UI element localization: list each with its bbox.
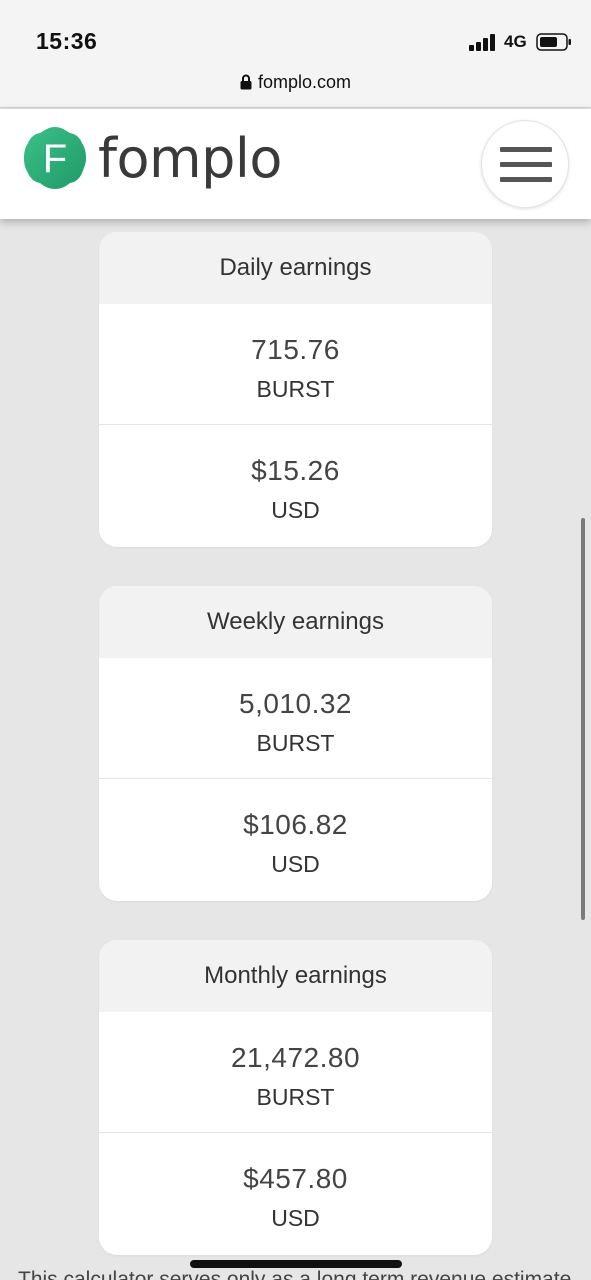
card-title: Weekly earnings [99, 586, 492, 658]
usd-amount: $106.82 [243, 809, 348, 840]
burst-amount: 21,472.80 [230, 1042, 361, 1073]
daily-earnings-card: Daily earnings 715.76 BURST $15.26 USD [99, 232, 492, 547]
browser-status-bar: 15:36 4G fomplo.com [0, 0, 591, 108]
usd-unit: USD [271, 1205, 320, 1231]
site-header: F fomplo [0, 109, 591, 219]
network-type: 4G [504, 32, 527, 51]
status-time: 15:36 [36, 28, 98, 54]
svg-text:F: F [43, 137, 67, 181]
burst-unit: BURST [256, 1084, 335, 1110]
home-indicator[interactable] [190, 1260, 402, 1268]
weekly-earnings-card: Weekly earnings 5,010.32 BURST $106.82 U… [99, 586, 492, 901]
monthly-earnings-card: Monthly earnings 21,472.80 BURST $457.80… [99, 940, 492, 1255]
usd-unit: USD [271, 851, 320, 877]
burst-row: 5,010.32 BURST [99, 658, 492, 778]
burst-unit: BURST [256, 730, 335, 756]
menu-icon-bar [500, 147, 552, 152]
usd-row: $15.26 USD [99, 424, 492, 544]
burst-amount: 5,010.32 [239, 688, 352, 719]
brand-name[interactable]: fomplo [98, 127, 282, 190]
lock-icon [240, 74, 252, 90]
disclaimer-text: This calculator serves only as a long te… [18, 1268, 572, 1280]
usd-unit: USD [271, 497, 320, 523]
card-title: Monthly earnings [99, 940, 492, 1012]
burst-amount: 715.76 [251, 334, 340, 365]
usd-amount: $457.80 [243, 1163, 348, 1194]
menu-icon-bar [500, 162, 552, 167]
address-bar[interactable]: fomplo.com [0, 72, 591, 93]
page-scrollbar[interactable] [581, 518, 585, 920]
hamburger-menu-button[interactable] [481, 120, 569, 208]
burst-row: 715.76 BURST [99, 304, 492, 424]
card-title: Daily earnings [99, 232, 492, 304]
usd-amount: $15.26 [251, 455, 340, 486]
usd-row: $106.82 USD [99, 778, 492, 898]
burst-row: 21,472.80 BURST [99, 1012, 492, 1132]
url-text: fomplo.com [257, 72, 352, 92]
signal-strength-icon [469, 34, 495, 51]
usd-row: $457.80 USD [99, 1132, 492, 1252]
burst-unit: BURST [256, 376, 335, 402]
battery-icon [536, 33, 571, 51]
fomplo-logo-icon[interactable]: F [22, 125, 88, 191]
menu-icon-bar [500, 177, 552, 182]
